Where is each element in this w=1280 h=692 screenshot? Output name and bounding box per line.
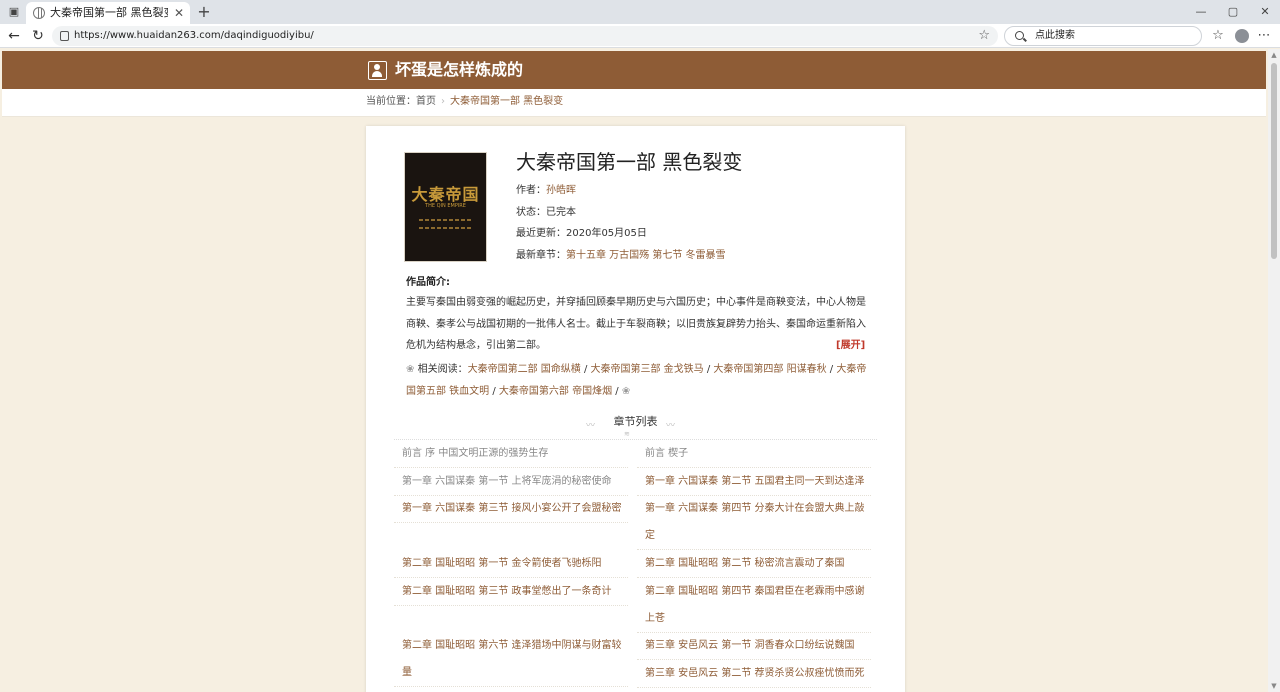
chapter-item[interactable]: 第一章 六国谋秦 第二节 五国君主同一天到达逢泽 [637,468,871,496]
related-link[interactable]: 大秦帝国第六部 帝国烽烟 [499,386,612,397]
address-bar[interactable]: https://www.huaidan263.com/daqindiguodiy… [52,26,998,46]
chapter-item[interactable]: 第二章 国耻昭昭 第三节 政事堂憋出了一条奇计 [394,578,628,606]
back-icon[interactable]: ← [4,26,24,46]
breadcrumb-home[interactable]: 首页 [416,96,436,107]
related-label: 相关阅读： [417,364,468,375]
breadcrumb-bar: 当前位置：首页 › 大秦帝国第一部 黑色裂变 [2,89,1266,117]
chapter-item[interactable]: 第二章 国耻昭昭 第六节 逢泽猎场中阴谋与财富较量 [394,632,628,687]
chapter-item[interactable]: 第三章 安邑风云 第二节 荐贤杀贤公叔痤忧愤而死 [637,660,871,688]
scroll-thumb[interactable] [1271,63,1277,259]
chapter-item[interactable]: 第一章 六国谋秦 第三节 接风小宴公开了会盟秘密 [394,495,628,523]
intro-heading: 作品简介: [406,277,450,288]
related-link[interactable]: 大秦帝国第二部 国命纵横 [468,364,581,375]
tab-title: 大秦帝国第一部 黑色裂变全文阅读 [50,6,168,19]
browser-tabbar: ▣ 大秦帝国第一部 黑色裂变全文阅读 ✕ + — ▢ ✕ [0,0,1280,24]
chapter-item[interactable]: 第三章 安邑风云 第一节 洞香春众口纷纭说魏国 [637,632,871,660]
close-window-icon[interactable]: ✕ [1250,2,1280,22]
breadcrumb-label: 当前位置： [366,96,416,107]
related-separator: / [489,385,499,397]
related-link[interactable]: 大秦帝国第四部 阳谋春秋 [713,364,826,375]
chevron-right-icon: › [441,96,445,107]
book-author: 作者：孙皓晖 [516,184,576,198]
browser-search-box[interactable]: 点此搜索 [1004,26,1202,46]
site-header: 坏蛋是怎样炼成的 [2,51,1266,89]
browser-tab[interactable]: 大秦帝国第一部 黑色裂变全文阅读 ✕ [26,2,190,24]
lock-icon [60,31,69,41]
book-status: 状态：已完本 [516,206,576,220]
chapter-item[interactable]: 第二章 国耻昭昭 第二节 秘密流言震动了秦国 [637,550,871,578]
author-label: 作者： [516,185,546,196]
chapter-item[interactable]: 第一章 六国谋秦 第一节 上将军庞涓的秘密使命 [394,468,628,496]
minimize-icon[interactable]: — [1186,2,1216,22]
related-separator: / [826,364,837,375]
site-title[interactable]: 坏蛋是怎样炼成的 [395,59,523,81]
flower-icon: ❀ [406,364,415,375]
favorites-icon[interactable]: ☆ [1208,26,1228,46]
expand-button[interactable]: [展开] [836,335,865,357]
tab-actions-icon[interactable]: ▣ [6,4,22,20]
status-label: 状态： [516,207,546,218]
book-latest-chapter: 最新章节：第十五章 万古国殇 第七节 冬雷暴雪 [516,249,726,263]
chapter-list-title: 章节列表 [613,415,658,428]
search-placeholder: 点此搜索 [1035,30,1075,41]
related-separator: / [703,364,714,375]
related-separator: / [580,364,591,375]
book-cover[interactable]: 大秦帝国 THE QIN EMPIRE [404,152,487,262]
scroll-down-icon[interactable]: ▼ [1268,680,1280,692]
url-text: https://www.huaidan263.com/daqindiguodiy… [74,30,314,41]
breadcrumb: 当前位置：首页 › 大秦帝国第一部 黑色裂变 [366,89,563,115]
new-tab-icon[interactable]: + [194,2,214,22]
page-viewport: 坏蛋是怎样炼成的 当前位置：首页 › 大秦帝国第一部 黑色裂变 大秦帝国 THE Q… [0,49,1268,692]
book-card: 大秦帝国 THE QIN EMPIRE 大秦帝国第一部 黑色裂变 作者：孙皓晖 … [366,126,905,692]
latest-label: 最新章节： [516,250,566,261]
browser-toolbar: ← ↻ https://www.huaidan263.com/daqindigu… [0,24,1280,48]
intro-text: 主要写秦国由弱变强的崛起历史，并穿插回顾秦早期历史与六国历史；中心事件是商鞅变法… [406,297,866,351]
related-reading: ❀ 相关阅读：大秦帝国第二部 国命纵横 / 大秦帝国第三部 金戈铁马 / 大秦帝… [406,359,868,402]
related-link[interactable]: 大秦帝国第三部 金戈铁马 [591,364,704,375]
cover-decoration [419,227,473,229]
profile-avatar-icon[interactable] [1235,29,1249,43]
cover-title: 大秦帝国 [411,185,480,204]
user-portrait-icon [368,61,387,80]
latest-chapter-link[interactable]: 第十五章 万古国殇 第七节 冬雷暴雪 [566,250,726,261]
ornament-bottom-icon: ≋ [624,430,630,438]
chapter-item[interactable]: 第一章 六国谋秦 第四节 分秦大计在会盟大典上敲定 [637,495,871,550]
page-scrollbar[interactable]: ▲ ▼ [1268,49,1280,692]
breadcrumb-current[interactable]: 大秦帝国第一部 黑色裂变 [450,96,563,107]
cover-subtitle: THE QIN EMPIRE [425,203,466,209]
search-icon [1015,31,1024,40]
globe-icon [33,7,45,19]
scroll-up-icon[interactable]: ▲ [1268,49,1280,61]
cover-decoration [419,219,473,221]
close-icon[interactable]: ✕ [174,2,184,24]
book-updated: 最近更新：2020年05月05日 [516,227,647,241]
chapter-item[interactable]: 第二章 国耻昭昭 第四节 秦国君臣在老霖雨中感谢上苍 [637,578,871,633]
status-value: 已完本 [546,207,576,218]
star-icon[interactable]: ☆ [978,26,990,46]
chapter-list-header: 〰 章节列表 〰 ≋ [394,412,877,440]
chapter-item[interactable]: 前言 楔子 [637,440,871,468]
chapter-item[interactable]: 前言 序 中国文明正源的强势生存 [394,440,628,468]
flower-icon: ❀ [621,385,631,397]
author-link[interactable]: 孙皓晖 [546,185,576,196]
restore-icon[interactable]: ▢ [1218,2,1248,22]
related-separator: / [612,385,622,397]
book-title: 大秦帝国第一部 黑色裂变 [516,150,743,174]
chapter-item[interactable]: 第二章 国耻昭昭 第一节 金令箭使者飞驰栎阳 [394,550,628,578]
more-menu-icon[interactable]: ⋯ [1254,26,1274,46]
ornament-right-icon: 〰 [666,421,676,431]
updated-label: 最近更新： [516,228,566,239]
refresh-icon[interactable]: ↻ [28,26,48,46]
updated-value: 2020年05月05日 [566,228,647,239]
